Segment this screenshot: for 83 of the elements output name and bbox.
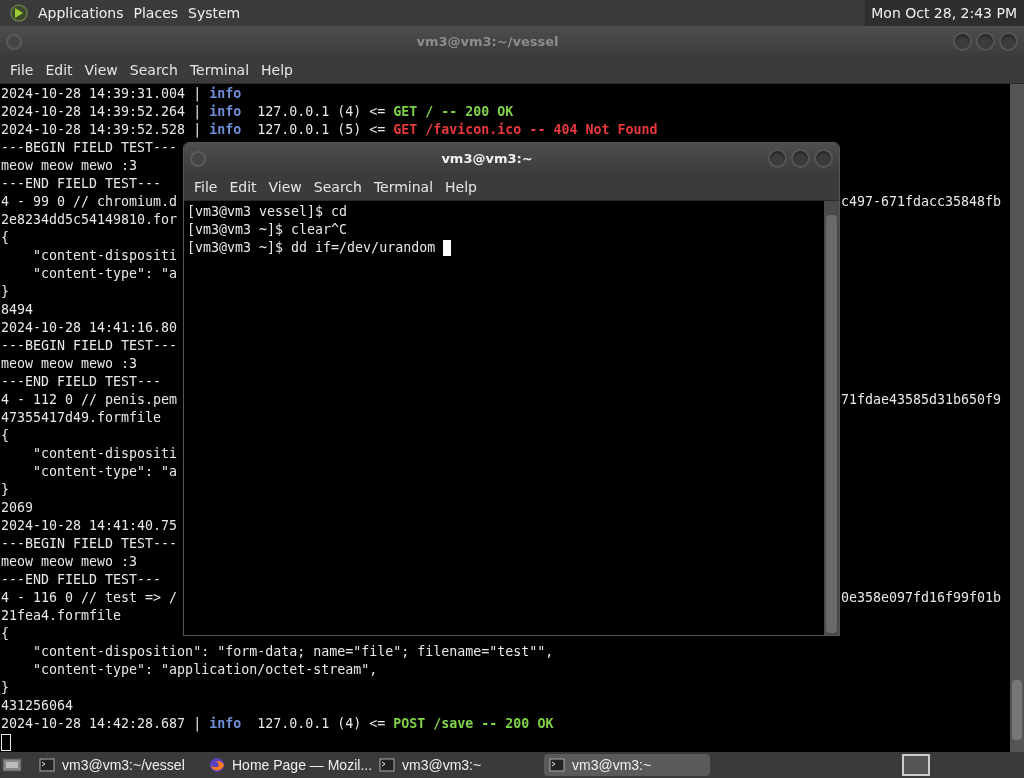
terminal-line: "content-dispositi xyxy=(32,445,178,463)
foot-logo-icon xyxy=(9,3,29,23)
terminal-line: c497-671fdacc35848fb xyxy=(840,193,1001,211)
terminal-line: 71fdae43585d31b650f9 xyxy=(840,391,1001,409)
taskbar-button[interactable]: vm3@vm3:~ xyxy=(374,754,540,776)
window-menu-button[interactable] xyxy=(6,33,22,50)
scrollbar[interactable] xyxy=(824,201,839,635)
terminal-line: "content-type": "a xyxy=(32,265,178,283)
terminal-line: "content-type": "a xyxy=(32,463,178,481)
window-button[interactable] xyxy=(976,32,995,51)
window-button[interactable] xyxy=(791,149,810,168)
workspace-switcher[interactable] xyxy=(902,754,930,776)
terminal-line: } xyxy=(1,679,9,697)
terminal-line: 2024-10-28 14:41:40.75 xyxy=(1,517,178,535)
terminal-line: ---END FIELD TEST--- xyxy=(1,571,162,589)
terminal-line: "content-type": "application/octet-stream", xyxy=(32,661,378,679)
menu-item[interactable]: Terminal xyxy=(367,176,440,198)
menu-item[interactable]: Edit xyxy=(39,59,79,81)
terminal-line: 2024-10-28 14:39:52.264 | info 127.0.0.1 (4) <= GET / -- 200 OK xyxy=(1,103,514,121)
terminal-line: "content-dispositi xyxy=(32,247,178,265)
terminal-line: 2024-10-28 14:41:16.80 xyxy=(1,319,178,337)
terminal-line: ---END FIELD TEST--- xyxy=(1,373,162,391)
terminal-line: } xyxy=(1,481,9,499)
terminal-line: 431256064 xyxy=(1,697,74,715)
menu-item[interactable]: View xyxy=(78,59,124,81)
browser-icon xyxy=(209,757,225,773)
cursor xyxy=(443,240,452,256)
terminal-line: ---BEGIN FIELD TEST--- xyxy=(1,337,178,355)
menu-item[interactable]: Search xyxy=(123,59,184,81)
menu-item[interactable]: Help xyxy=(255,59,299,81)
terminal-line: 8494 xyxy=(1,301,34,319)
menu-item[interactable]: Terminal xyxy=(183,59,256,81)
terminal-line: 21fea4.formfile xyxy=(1,607,122,625)
menu-item[interactable]: Help xyxy=(439,176,483,198)
terminal-line: 0e358e097fd16f99f01b xyxy=(840,589,1001,607)
terminal-icon xyxy=(39,757,55,773)
terminal-line: 2e8234dd5c54149810.for xyxy=(1,211,178,229)
terminal-icon xyxy=(379,757,395,773)
terminal-line: 2024-10-28 14:39:31.004 | info xyxy=(1,85,242,103)
panel-menu[interactable]: System xyxy=(183,2,246,24)
window-button[interactable] xyxy=(999,32,1018,51)
window-button[interactable] xyxy=(768,149,787,168)
terminal-line: 4 - 99 0 // chromium.d xyxy=(1,193,178,211)
scrollbar[interactable] xyxy=(1010,84,1024,752)
cursor xyxy=(1,734,11,751)
terminal-line: 4 - 116 0 // test => / xyxy=(1,589,178,607)
window-menu-button[interactable] xyxy=(190,150,206,167)
terminal-line: { xyxy=(1,229,9,247)
panel-menu[interactable]: Places xyxy=(128,2,184,24)
terminal-line: 4 - 112 0 // penis.pem xyxy=(1,391,178,409)
terminal-line: meow meow mewo :3 xyxy=(1,553,138,571)
terminal-line: { xyxy=(1,427,9,445)
terminal-line: ---END FIELD TEST--- xyxy=(1,175,162,193)
terminal-line: 2024-10-28 14:42:28.687 | info 127.0.0.1 (4) <= POST /save -- 200 OK xyxy=(1,715,554,733)
menu-item[interactable]: View xyxy=(262,176,308,198)
terminal-line: [vm3@vm3 ~]$ clear^C xyxy=(187,221,348,239)
terminal-line: 2024-10-28 14:39:52.528 | info 127.0.0.1 (5) <= GET /favicon.ico -- 404 Not Found xyxy=(1,121,658,139)
menu-item[interactable]: Search xyxy=(307,176,368,198)
terminal-line: meow meow mewo :3 xyxy=(1,355,138,373)
menu-item[interactable]: File xyxy=(4,59,40,81)
terminal-line: ---BEGIN FIELD TEST--- xyxy=(1,535,178,553)
show-desktop-icon xyxy=(2,755,22,775)
terminal-line: 2069 xyxy=(1,499,34,517)
terminal-line: ---BEGIN FIELD TEST--- xyxy=(1,139,178,157)
clock[interactable]: Mon Oct 28, 2:43 PM xyxy=(865,0,1024,26)
terminal-line: "content-disposition": "form-data; name="file"; filename="test"", xyxy=(32,643,554,661)
terminal-line: 47355417d49.formfile xyxy=(1,409,162,427)
window-button[interactable] xyxy=(814,149,833,168)
taskbar-button[interactable]: vm3@vm3:~ xyxy=(544,754,710,776)
terminal-line: [vm3@vm3 ~]$ dd if=/dev/urandom xyxy=(187,239,436,257)
terminal-line: } xyxy=(1,283,9,301)
taskbar-button[interactable]: Home Page — Mozil... xyxy=(204,754,370,776)
menu-item[interactable]: File xyxy=(188,176,224,198)
window-button[interactable] xyxy=(953,32,972,51)
menu-item[interactable]: Edit xyxy=(223,176,263,198)
terminal-line: [vm3@vm3 vessel]$ cd xyxy=(187,203,348,221)
taskbar-button[interactable]: vm3@vm3:~/vessel xyxy=(34,754,200,776)
terminal-icon xyxy=(549,757,565,773)
terminal-line: { xyxy=(1,625,9,643)
panel-menu[interactable]: Applications xyxy=(33,2,129,24)
window-title: vm3@vm3:~ xyxy=(440,149,534,168)
window-title: vm3@vm3:~/vessel xyxy=(415,32,560,51)
terminal-line: meow meow mewo :3 xyxy=(1,157,138,175)
